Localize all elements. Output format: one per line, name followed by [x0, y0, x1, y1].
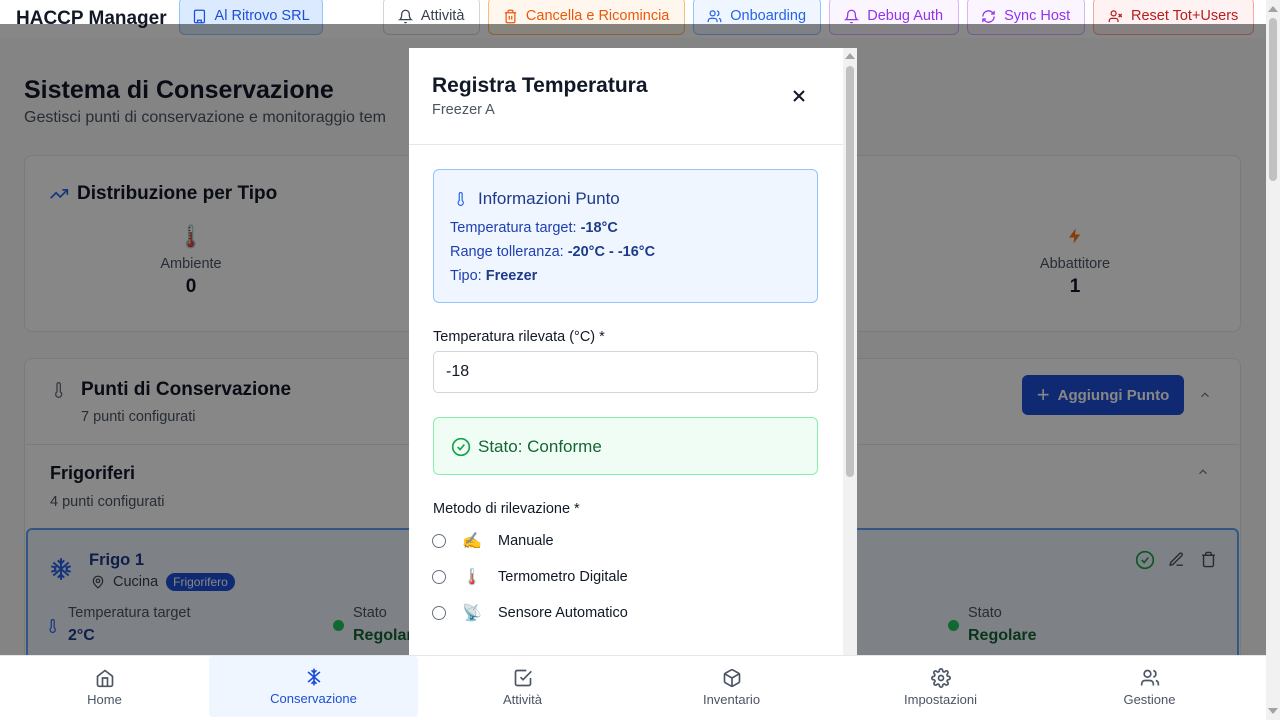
debug-label: Debug Auth: [867, 8, 944, 24]
bell-icon: [397, 9, 413, 23]
nav-conservazione[interactable]: Conservazione: [209, 656, 418, 717]
radio-button[interactable]: [432, 606, 446, 620]
nav-gestione[interactable]: Gestione: [1045, 656, 1254, 718]
refresh-icon: [982, 9, 995, 23]
modal-subtitle: Freezer A: [432, 102, 495, 118]
modal-title: Registra Temperatura: [432, 74, 648, 97]
nav-impostazioni[interactable]: Impostazioni: [836, 656, 1045, 718]
close-icon[interactable]: [789, 86, 809, 106]
company-label: Al Ritrovo SRL: [214, 8, 310, 24]
gear-icon: [930, 667, 951, 688]
modal-header: Registra Temperatura Freezer A: [409, 48, 843, 145]
reset-label: Reset Tot+Users: [1130, 8, 1239, 24]
page-scrollbar[interactable]: [1266, 0, 1280, 720]
method-option-termometro[interactable]: 🌡️ Termometro Digitale: [432, 565, 628, 589]
check-circle-icon: [451, 437, 471, 457]
thermometer-icon: [457, 192, 464, 206]
method-option-manuale[interactable]: ✍️ Manuale: [432, 529, 554, 553]
register-temperature-modal: Registra Temperatura Freezer A Informazi…: [409, 48, 857, 655]
cancella-label: Cancella e Ricomincia: [525, 8, 670, 24]
snowflake-icon: [307, 668, 320, 686]
scroll-down-arrow[interactable]: [1268, 708, 1278, 714]
checkbox-icon: [514, 669, 532, 686]
info-range: Range tolleranza: -20°C - -16°C: [450, 244, 656, 260]
radio-button[interactable]: [432, 570, 446, 584]
home-icon: [96, 668, 113, 687]
nav-inventario[interactable]: Inventario: [627, 656, 836, 718]
page-scroll-thumb[interactable]: [1269, 18, 1277, 181]
trash-icon: [504, 9, 517, 23]
nav-home[interactable]: Home: [0, 656, 209, 718]
bottom-navigation: Home Conservazione Attività Inventario I…: [0, 655, 1266, 720]
onboarding-label: Onboarding: [730, 8, 807, 24]
status-box: Stato: Conforme: [433, 417, 818, 475]
users-icon: [707, 9, 722, 22]
method-option-sensore[interactable]: 📡 Sensore Automatico: [432, 601, 628, 625]
users-icon: [1140, 669, 1159, 685]
satellite-icon: 📡: [462, 605, 482, 622]
point-info-box: Informazioni Punto Temperatura target: -…: [433, 169, 818, 303]
writing-hand-icon: ✍️: [462, 533, 482, 550]
package-icon: [723, 668, 740, 687]
bell-icon: [844, 9, 860, 23]
info-target: Temperatura target: -18°C: [450, 220, 618, 236]
temperature-field-label: Temperatura rilevata (°C) *: [433, 329, 605, 345]
attivita-label: Attività: [420, 8, 465, 24]
scroll-up-arrow[interactable]: [1268, 6, 1278, 12]
sync-label: Sync Host: [1004, 8, 1071, 24]
scroll-up-arrow[interactable]: [845, 53, 855, 59]
thermometer-icon: 🌡️: [462, 569, 482, 586]
info-type: Tipo: Freezer: [450, 268, 538, 284]
info-title: Informazioni Punto: [478, 189, 620, 208]
building-icon: [193, 9, 205, 23]
modal-scroll-thumb[interactable]: [846, 66, 854, 477]
modal-scrollbar[interactable]: [843, 48, 857, 655]
nav-attivita[interactable]: Attività: [418, 656, 627, 718]
radio-button[interactable]: [432, 534, 446, 548]
temperature-input[interactable]: [433, 351, 818, 393]
method-label: Metodo di rilevazione *: [433, 501, 580, 517]
status-text: Stato: Conforme: [478, 437, 602, 456]
user-x-icon: [1108, 9, 1123, 22]
